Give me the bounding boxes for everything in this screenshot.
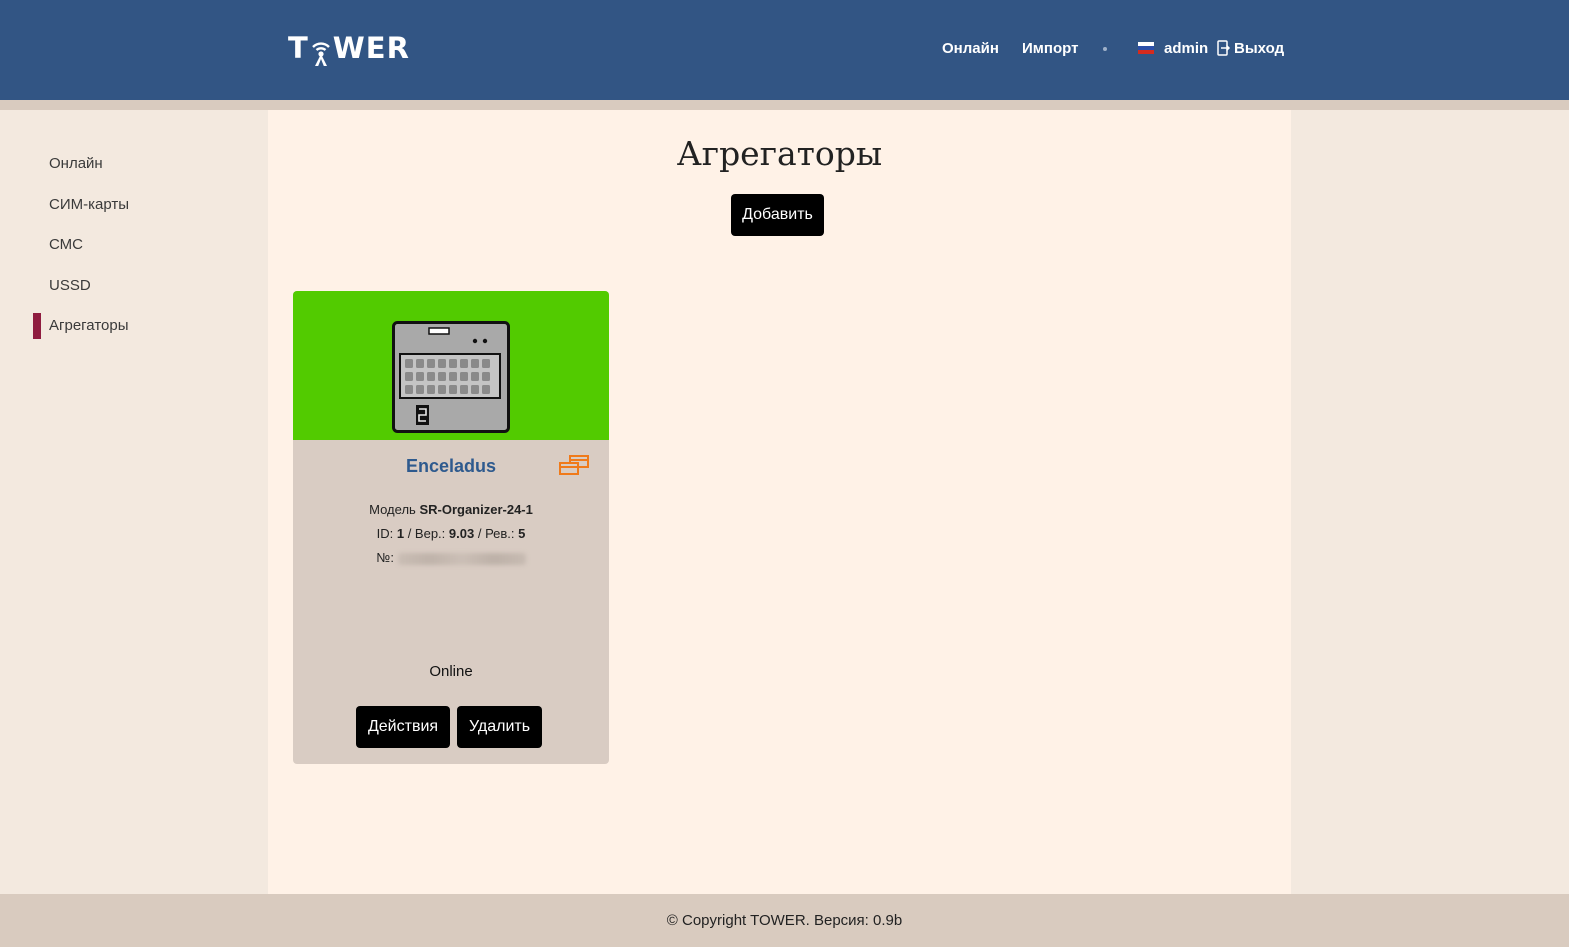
copyright-text: © Copyright TOWER. Версия: 0.9b xyxy=(666,912,903,929)
sidebar-item-ussd[interactable]: USSD xyxy=(49,277,91,294)
logo-text-left: T xyxy=(288,31,309,65)
id-value: 1 xyxy=(396,526,405,541)
add-aggregator-button[interactable]: Добавить xyxy=(731,194,824,236)
nav-online[interactable]: Онлайн xyxy=(942,40,999,57)
user-name[interactable]: admin xyxy=(1164,40,1208,57)
id-label: ID: xyxy=(376,526,394,541)
status-text: Online xyxy=(429,663,473,680)
version-label: / Вер.: xyxy=(407,526,446,541)
logo-text-right: WER xyxy=(332,31,410,65)
revision-label: / Рев.: xyxy=(477,526,515,541)
link-windows-icon[interactable] xyxy=(558,454,590,478)
aggregator-card: Enceladus Модель SR-Organizer-24-1 ID: 1… xyxy=(293,291,609,764)
model-value: SR-Organizer-24-1 xyxy=(419,502,533,517)
logout-link[interactable]: Выход xyxy=(1234,40,1284,57)
sidebar-active-indicator xyxy=(33,313,41,339)
sidebar-item-aggregators[interactable]: Агрегаторы xyxy=(49,317,128,334)
serial-number-line: №: xyxy=(293,550,609,565)
serial-number-label: №: xyxy=(376,550,394,565)
footer: © Copyright TOWER. Версия: 0.9b xyxy=(0,894,1569,947)
logo-antenna-icon xyxy=(311,42,330,66)
nav-import[interactable]: Импорт xyxy=(1022,40,1078,57)
page-title: Агрегаторы xyxy=(676,134,883,173)
version-value: 9.03 xyxy=(448,526,475,541)
id-version-line: ID: 1 / Вер.: 9.03 / Рев.: 5 xyxy=(293,526,609,541)
sim-aggregator-device-icon xyxy=(392,321,510,433)
sidebar-item-online[interactable]: Онлайн xyxy=(49,155,103,172)
sidebar-item-sim-cards[interactable]: СИМ-карты xyxy=(49,196,129,213)
card-status-header xyxy=(293,291,609,440)
serial-number-redacted xyxy=(397,552,526,565)
tower-logo[interactable]: T WER xyxy=(288,26,410,66)
sidebar-item-sms[interactable]: СМС xyxy=(49,236,83,253)
revision-value: 5 xyxy=(518,526,526,541)
model-label: Модель xyxy=(369,502,416,517)
nav-separator-dot xyxy=(1103,47,1107,51)
delete-button[interactable]: Удалить xyxy=(457,706,542,748)
actions-button[interactable]: Действия xyxy=(356,706,450,748)
russian-flag-icon[interactable] xyxy=(1138,42,1154,54)
header-divider xyxy=(0,100,1569,110)
logout-icon[interactable] xyxy=(1217,40,1231,56)
right-column xyxy=(1291,110,1569,894)
top-header: T WER Онлайн Импорт admin Выход xyxy=(0,0,1569,100)
sidebar: Онлайн СИМ-карты СМС USSD Агрегаторы xyxy=(0,110,268,894)
model-line: Модель SR-Organizer-24-1 xyxy=(293,502,609,517)
